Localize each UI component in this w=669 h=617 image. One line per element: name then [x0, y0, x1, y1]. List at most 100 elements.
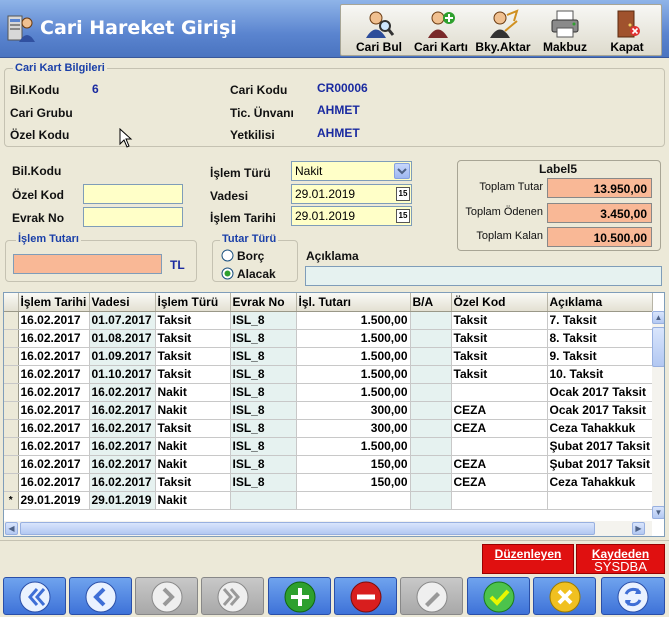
ozel-kod-input[interactable]: [83, 184, 183, 204]
column-header-evrak-no[interactable]: Evrak No: [230, 293, 297, 312]
grid-cell[interactable]: CEZA: [451, 473, 548, 492]
column-header-vadesi[interactable]: Vadesi: [89, 293, 156, 312]
grid-cell[interactable]: 16.02.2017: [18, 437, 90, 456]
table-row[interactable]: 16.02.2017 16.02.2017 Nakit ISL_8 150,00 CEZA…: [4, 455, 653, 474]
grid-cell[interactable]: [410, 347, 452, 366]
grid-cell[interactable]: 01.09.2017: [89, 347, 156, 366]
row-indicator[interactable]: [4, 437, 19, 456]
grid-cell[interactable]: 1.500,00: [296, 329, 411, 348]
grid-cell[interactable]: [410, 419, 452, 438]
grid-cell[interactable]: [451, 437, 548, 456]
scroll-left-icon[interactable]: ◀: [5, 522, 18, 535]
table-row[interactable]: 16.02.2017 16.02.2017 Taksit ISL_8 300,00 CEZ…: [4, 419, 653, 438]
grid-cell[interactable]: 16.02.2017: [89, 401, 156, 420]
cari-bul-button[interactable]: Cari Bul: [349, 7, 409, 55]
calendar-icon[interactable]: 15: [396, 187, 410, 201]
grid-cell[interactable]: [547, 491, 653, 510]
table-row[interactable]: 16.02.2017 01.10.2017 Taksit ISL_8 1.500,00 T…: [4, 365, 653, 384]
column-header-ozel-kod[interactable]: Özel Kod: [451, 293, 548, 312]
last-record-button[interactable]: [201, 577, 264, 615]
next-record-button[interactable]: [135, 577, 198, 615]
grid-cell[interactable]: [410, 437, 452, 456]
islem-tutari-input[interactable]: [13, 254, 162, 274]
row-indicator[interactable]: [4, 329, 19, 348]
grid-cell[interactable]: ISL_8: [230, 365, 297, 384]
grid-cell[interactable]: Nakit: [155, 383, 231, 402]
grid-cell[interactable]: Ocak 2017 Taksit: [547, 383, 653, 402]
grid-cell[interactable]: [410, 311, 452, 330]
row-indicator[interactable]: [4, 311, 19, 330]
grid-cell[interactable]: ISL_8: [230, 455, 297, 474]
grid-cell[interactable]: [451, 383, 548, 402]
cancel-record-button[interactable]: [533, 577, 596, 615]
table-row[interactable]: 16.02.2017 16.02.2017 Nakit ISL_8 300,00 CEZA…: [4, 401, 653, 420]
grid-cell[interactable]: Nakit: [155, 437, 231, 456]
grid-cell[interactable]: Taksit: [155, 311, 231, 330]
column-header-ba[interactable]: B/A: [410, 293, 452, 312]
grid-cell[interactable]: 01.07.2017: [89, 311, 156, 330]
row-indicator[interactable]: [4, 383, 19, 402]
grid-cell[interactable]: Taksit: [155, 329, 231, 348]
row-indicator[interactable]: [4, 347, 19, 366]
row-indicator[interactable]: *: [4, 491, 19, 510]
grid-cell[interactable]: 16.02.2017: [18, 455, 90, 474]
grid-cell[interactable]: ISL_8: [230, 329, 297, 348]
grid-cell[interactable]: Ceza Tahakkuk: [547, 419, 653, 438]
grid-cell[interactable]: [410, 401, 452, 420]
grid-cell[interactable]: Taksit: [451, 347, 548, 366]
grid-cell[interactable]: [296, 491, 411, 510]
grid-cell[interactable]: 01.10.2017: [89, 365, 156, 384]
table-row[interactable]: 16.02.2017 01.08.2017 Taksit ISL_8 1.500,00 T…: [4, 329, 653, 348]
grid-cell[interactable]: 16.02.2017: [89, 437, 156, 456]
grid-cell[interactable]: ISL_8: [230, 347, 297, 366]
grid-cell[interactable]: Ceza Tahakkuk: [547, 473, 653, 492]
makbuz-button[interactable]: Makbuz: [537, 7, 593, 55]
grid-cell[interactable]: [410, 455, 452, 474]
grid-cell[interactable]: [410, 473, 452, 492]
table-row[interactable]: 16.02.2017 01.07.2017 Taksit ISL_8 1.500,00 T…: [4, 311, 653, 330]
column-header-isl-tutari[interactable]: İşl. Tutarı: [296, 293, 411, 312]
column-header-aciklama[interactable]: Açıklama: [547, 293, 653, 312]
table-row[interactable]: 16.02.2017 01.09.2017 Taksit ISL_8 1.500,00 T…: [4, 347, 653, 366]
grid-cell[interactable]: Taksit: [155, 365, 231, 384]
grid-cell[interactable]: 10. Taksit: [547, 365, 653, 384]
row-indicator[interactable]: [4, 401, 19, 420]
scroll-down-icon[interactable]: ▼: [652, 506, 664, 519]
edit-record-button[interactable]: [400, 577, 463, 615]
grid-cell[interactable]: [230, 491, 297, 510]
grid-cell[interactable]: CEZA: [451, 455, 548, 474]
grid-cell[interactable]: 16.02.2017: [18, 311, 90, 330]
first-record-button[interactable]: [3, 577, 66, 615]
scroll-up-icon[interactable]: ▲: [652, 311, 664, 324]
cari-karti-button[interactable]: Cari Kartı: [411, 7, 471, 55]
grid-cell[interactable]: 16.02.2017: [18, 419, 90, 438]
grid-cell[interactable]: ISL_8: [230, 383, 297, 402]
grid-cell[interactable]: 1.500,00: [296, 365, 411, 384]
grid-cell[interactable]: Taksit: [155, 347, 231, 366]
grid-cell[interactable]: 150,00: [296, 473, 411, 492]
grid-cell[interactable]: [410, 383, 452, 402]
scroll-right-icon[interactable]: ▶: [632, 522, 645, 535]
grid-cell[interactable]: Taksit: [451, 365, 548, 384]
grid-cell[interactable]: 16.02.2017: [89, 473, 156, 492]
grid-cell[interactable]: 16.02.2017: [18, 347, 90, 366]
grid-cell[interactable]: 16.02.2017: [89, 383, 156, 402]
kapat-button[interactable]: Kapat: [599, 7, 655, 55]
grid-cell[interactable]: Taksit: [451, 329, 548, 348]
vertical-scrollbar[interactable]: ▲ ▼: [652, 311, 664, 519]
calendar-icon[interactable]: 15: [396, 209, 410, 223]
grid-cell[interactable]: 1.500,00: [296, 383, 411, 402]
grid-cell[interactable]: [410, 491, 452, 510]
grid-cell[interactable]: 300,00: [296, 419, 411, 438]
grid-cell[interactable]: [451, 491, 548, 510]
grid-cell[interactable]: 1.500,00: [296, 347, 411, 366]
grid-cell[interactable]: 01.08.2017: [89, 329, 156, 348]
column-header-islem-tarihi[interactable]: İşlem Tarihi: [18, 293, 90, 312]
grid-cell[interactable]: 1.500,00: [296, 437, 411, 456]
row-indicator[interactable]: [4, 455, 19, 474]
table-row[interactable]: 16.02.2017 16.02.2017 Taksit ISL_8 150,00 CEZ…: [4, 473, 653, 492]
grid-cell[interactable]: Taksit: [155, 419, 231, 438]
grid-cell[interactable]: 16.02.2017: [18, 383, 90, 402]
grid-cell[interactable]: ISL_8: [230, 473, 297, 492]
grid-cell[interactable]: 7. Taksit: [547, 311, 653, 330]
